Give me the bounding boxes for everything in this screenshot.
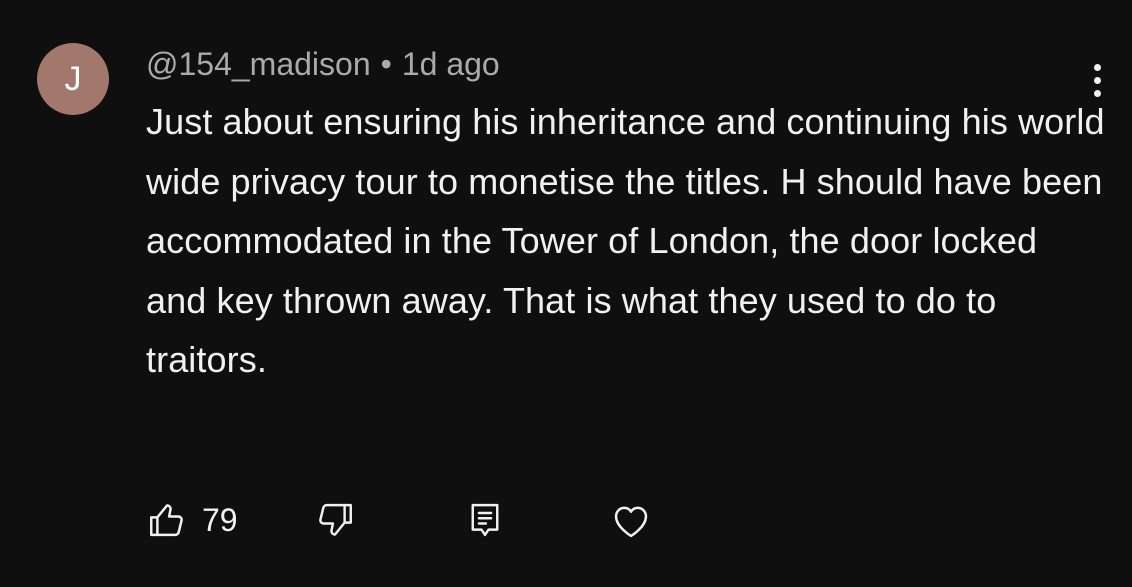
heart-icon xyxy=(608,497,654,543)
heart-button[interactable] xyxy=(608,496,654,544)
author-name[interactable]: @154_madison xyxy=(146,46,371,82)
reply-button[interactable] xyxy=(464,496,506,544)
meta-separator: • xyxy=(380,46,392,82)
comment-card: J @154_madison • 1d ago Just about ensurin… xyxy=(0,0,1132,587)
like-count: 79 xyxy=(202,501,238,538)
comment-meta: @154_madison • 1d ago xyxy=(146,40,500,88)
comment-text: Just about ensuring his inheritance and … xyxy=(146,101,1105,380)
avatar[interactable]: J xyxy=(37,43,109,115)
thumbs-down-icon xyxy=(314,499,356,541)
comment-timestamp: 1d ago xyxy=(401,46,500,82)
more-vertical-icon-dot xyxy=(1094,77,1101,84)
dislike-button[interactable] xyxy=(314,496,356,544)
thumbs-up-icon xyxy=(146,499,188,541)
reply-comment-icon xyxy=(464,499,506,541)
like-button[interactable]: 79 xyxy=(146,496,238,544)
more-vertical-icon xyxy=(1094,64,1101,71)
